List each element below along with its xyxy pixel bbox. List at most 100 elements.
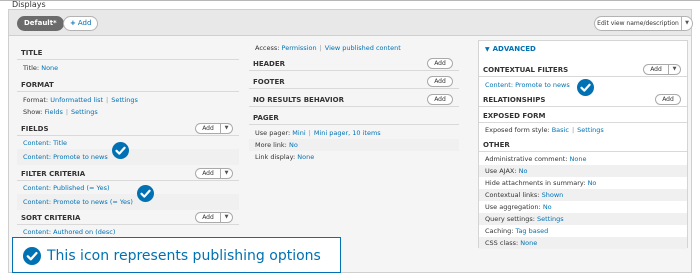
access-value-link[interactable]: Permission	[282, 44, 317, 52]
title-row: Title: None	[17, 62, 239, 74]
section-other-heading: OTHER	[479, 138, 687, 152]
access-permission-link[interactable]: View published content	[325, 44, 401, 52]
contextual-heading-text: CONTEXTUAL FILTERS	[483, 66, 569, 74]
noresults-heading-text: NO RESULTS BEHAVIOR	[253, 96, 344, 104]
advanced-toggle[interactable]: ▼ ADVANCED	[479, 41, 687, 57]
format-row: Format: Unformatted list | Settings	[17, 94, 239, 106]
filter-add-button[interactable]: Add	[195, 168, 221, 179]
add-display-button[interactable]: + Add	[63, 16, 99, 31]
top-border	[0, 0, 700, 1]
sort-authored-link[interactable]: Content: Authored on (desc)	[23, 228, 115, 236]
section-filter-heading: FILTER CRITERIA Add ▼	[17, 167, 239, 181]
section-pager: PAGER Use pager: Mini | Mini pager, 10 ite…	[249, 111, 459, 163]
pager-display-link[interactable]: None	[297, 153, 314, 161]
edit-view-name-button[interactable]: Edit view name/description	[594, 16, 682, 31]
contextual-add-button[interactable]: Add	[643, 64, 669, 75]
header-add-button[interactable]: Add	[427, 58, 453, 69]
tab-default[interactable]: Default*	[17, 16, 64, 31]
other-row: Contextual links: Shown	[479, 189, 687, 201]
legend-text: This icon represents publishing options	[47, 248, 321, 264]
chevron-down-icon[interactable]: ▼	[221, 212, 233, 223]
pager-more-row: More link: No	[249, 139, 459, 151]
exposed-value-link[interactable]: Basic	[552, 126, 569, 134]
other-value-link[interactable]: No	[588, 179, 597, 187]
column-advanced: ▼ ADVANCED CONTEXTUAL FILTERS Add ▼ Conte…	[478, 40, 688, 249]
other-label: Use aggregation:	[485, 203, 541, 211]
fields-heading-text: FIELDS	[21, 125, 49, 133]
footer-heading-text: FOOTER	[253, 78, 285, 86]
section-footer: FOOTER Add	[249, 75, 459, 89]
relationships-add-button[interactable]: Add	[655, 94, 681, 105]
separator: |	[319, 44, 322, 52]
section-exposed-form: EXPOSED FORM Exposed form style: Basic | S…	[479, 109, 687, 136]
section-sort-criteria: SORT CRITERIA Add ▼ Content: Authored on…	[17, 211, 239, 238]
other-row: Query settings: Settings	[479, 213, 687, 225]
other-row: Use AJAX: No	[479, 165, 687, 177]
advanced-label: ADVANCED	[492, 45, 536, 53]
check-circle-icon	[577, 79, 594, 96]
other-value-link[interactable]: No	[543, 203, 552, 211]
section-header: HEADER Add	[249, 57, 459, 71]
section-format: FORMAT Format: Unformatted list | Settings…	[17, 78, 239, 118]
pager-use-row: Use pager: Mini | Mini pager, 10 items	[249, 127, 459, 139]
show-settings-link[interactable]: Settings	[71, 108, 98, 116]
other-value-link[interactable]: None	[520, 239, 537, 247]
show-value-link[interactable]: Fields	[44, 108, 62, 116]
fields-add-button[interactable]: Add	[195, 123, 221, 134]
show-row: Show: Fields | Settings	[17, 106, 239, 118]
pager-mini-link[interactable]: Mini pager, 10 items	[314, 129, 381, 137]
pager-display-label: Link display:	[255, 153, 296, 161]
noresults-add-button[interactable]: Add	[427, 94, 453, 105]
section-no-results: NO RESULTS BEHAVIOR Add	[249, 93, 459, 107]
pager-use-label: Use pager:	[255, 129, 291, 137]
sort-add-button[interactable]: Add	[195, 212, 221, 223]
pager-more-link[interactable]: No	[289, 141, 298, 149]
display-tabs-bar: Default* + Add Edit view name/description…	[8, 9, 693, 35]
other-value-link[interactable]: Settings	[537, 215, 564, 223]
other-value-link[interactable]: None	[570, 155, 587, 163]
check-circle-icon	[137, 185, 154, 202]
sort-heading-text: SORT CRITERIA	[21, 214, 81, 222]
filter-heading-text: FILTER CRITERIA	[21, 170, 86, 178]
other-label: Contextual links:	[485, 191, 540, 199]
other-value-link[interactable]: No	[519, 167, 528, 175]
chevron-down-icon[interactable]: ▼	[221, 123, 233, 134]
pager-use-value-link[interactable]: Mini	[292, 129, 305, 137]
section-header-heading: HEADER Add	[249, 57, 459, 71]
section-other: OTHER Administrative comment: None Use A…	[479, 138, 687, 249]
contextual-promote-link[interactable]: Content: Promote to news	[485, 81, 570, 89]
format-settings-link[interactable]: Settings	[111, 96, 138, 104]
format-value-link[interactable]: Unformatted list	[50, 96, 103, 104]
relationships-heading-text: RELATIONSHIPS	[483, 96, 546, 104]
other-label: Query settings:	[485, 215, 535, 223]
section-title-heading: TITLE	[17, 46, 239, 60]
filter-promote-link[interactable]: Content: Promote to news (= Yes)	[23, 198, 133, 206]
other-value-link[interactable]: Tag based	[516, 227, 549, 235]
field-promote-link[interactable]: Content: Promote to news	[23, 153, 108, 161]
other-label: Hide attachments in summary:	[485, 179, 586, 187]
section-pager-heading: PAGER	[249, 111, 459, 125]
section-noresults-heading: NO RESULTS BEHAVIOR Add	[249, 93, 459, 107]
title-value-link[interactable]: None	[41, 64, 58, 72]
other-row: Caching: Tag based	[479, 225, 687, 237]
chevron-down-icon[interactable]: ▼	[669, 64, 681, 75]
exposed-label: Exposed form style:	[485, 126, 550, 134]
footer-add-button[interactable]: Add	[427, 76, 453, 87]
separator: |	[106, 96, 109, 104]
section-exposed-heading: EXPOSED FORM	[479, 109, 687, 123]
filter-published-link[interactable]: Content: Published (= Yes)	[23, 184, 110, 192]
other-row: CSS class: None	[479, 237, 687, 249]
other-label: CSS class:	[485, 239, 519, 247]
page-title: Displays	[12, 0, 46, 9]
other-value-link[interactable]: Shown	[542, 191, 564, 199]
section-title: TITLE Title: None	[17, 46, 239, 74]
exposed-style-row: Exposed form style: Basic | Settings	[479, 124, 687, 136]
chevron-down-icon[interactable]: ▼	[221, 168, 233, 179]
separator: |	[308, 129, 311, 137]
field-title-link[interactable]: Content: Title	[23, 139, 67, 147]
chevron-down-icon[interactable]: ▼	[682, 16, 693, 31]
exposed-settings-link[interactable]: Settings	[577, 126, 604, 134]
header-heading-text: HEADER	[253, 60, 286, 68]
other-row: Administrative comment: None	[479, 153, 687, 165]
filter-item: Content: Promote to news (= Yes)	[17, 194, 239, 210]
